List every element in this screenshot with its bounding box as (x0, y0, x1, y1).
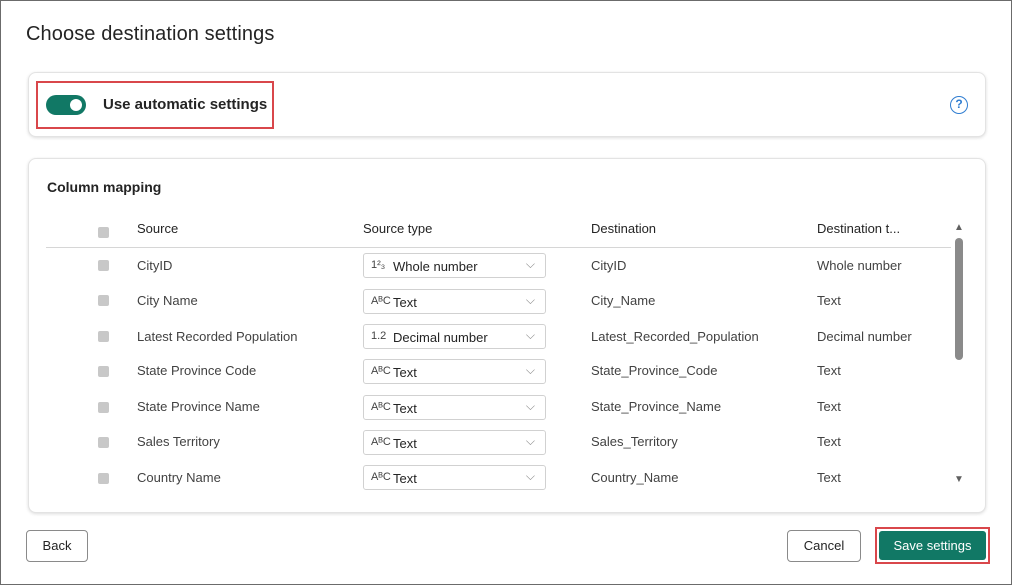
dialog: Choose destination settings Use automati… (0, 0, 1012, 585)
row-source: CityID (137, 258, 173, 273)
row-source: State Province Name (137, 399, 260, 414)
help-circle-icon[interactable]: ? (950, 96, 968, 114)
header-destination[interactable]: Destination (591, 221, 656, 236)
scroll-down-arrow-icon[interactable]: ▼ (954, 474, 964, 485)
source-type-value: Text (393, 365, 417, 380)
scrollbar-thumb[interactable] (955, 238, 963, 360)
row-destination-type: Text (817, 399, 841, 414)
row-destination: CityID (591, 258, 627, 273)
header-source-type[interactable]: Source type (363, 221, 432, 236)
column-mapping-title: Column mapping (47, 179, 162, 195)
chevron-down-icon: ⌵ (525, 328, 535, 342)
source-type-value: Text (393, 471, 417, 486)
row-checkbox[interactable] (98, 366, 109, 377)
row-source: Country Name (137, 470, 221, 485)
select-all-checkbox[interactable] (98, 227, 109, 238)
source-type-dropdown[interactable]: AᴮC Text ⌵ (363, 465, 546, 490)
toggle-knob (70, 99, 82, 111)
back-button[interactable]: Back (26, 530, 88, 562)
row-source: State Province Code (137, 363, 257, 378)
source-type-value: Decimal number (393, 330, 488, 345)
row-destination-type: Decimal number (817, 329, 912, 344)
chevron-down-icon: ⌵ (525, 293, 535, 307)
row-source: Latest Recorded Population (137, 329, 298, 344)
row-source: City Name (137, 293, 198, 308)
row-destination-type: Text (817, 363, 841, 378)
row-checkbox[interactable] (98, 331, 109, 342)
source-type-value: Whole number (393, 259, 478, 274)
row-destination-type: Text (817, 293, 841, 308)
source-type-dropdown[interactable]: 1²₃ Whole number ⌵ (363, 253, 546, 278)
row-destination-type: Text (817, 434, 841, 449)
auto-settings-label: Use automatic settings (103, 96, 268, 113)
text-type-icon: AᴮC (371, 295, 391, 307)
chevron-down-icon: ⌵ (525, 399, 535, 413)
chevron-down-icon: ⌵ (525, 257, 535, 271)
whole-number-icon: 1²₃ (371, 259, 386, 271)
text-type-icon: AᴮC (371, 471, 391, 483)
scroll-up-arrow-icon[interactable]: ▲ (954, 222, 964, 233)
row-destination: Latest_Recorded_Population (591, 329, 759, 344)
row-destination: State_Province_Code (591, 363, 718, 378)
row-checkbox[interactable] (98, 437, 109, 448)
text-type-icon: AᴮC (371, 436, 391, 448)
header-destination-type[interactable]: Destination t... (817, 221, 900, 236)
chevron-down-icon: ⌵ (525, 363, 535, 377)
row-checkbox[interactable] (98, 260, 109, 271)
row-destination: Sales_Territory (591, 434, 678, 449)
source-type-dropdown[interactable]: 1.2 Decimal number ⌵ (363, 324, 546, 349)
cancel-button[interactable]: Cancel (787, 530, 861, 562)
header-divider (46, 247, 951, 248)
source-type-dropdown[interactable]: AᴮC Text ⌵ (363, 359, 546, 384)
auto-settings-toggle[interactable] (46, 95, 86, 115)
chevron-down-icon: ⌵ (525, 434, 535, 448)
row-destination-type: Whole number (817, 258, 902, 273)
decimal-number-icon: 1.2 (371, 330, 387, 342)
row-checkbox[interactable] (98, 473, 109, 484)
source-type-value: Text (393, 436, 417, 451)
source-type-dropdown[interactable]: AᴮC Text ⌵ (363, 395, 546, 420)
source-type-value: Text (393, 401, 417, 416)
dialog-title: Choose destination settings (26, 23, 275, 45)
row-checkbox[interactable] (98, 402, 109, 413)
source-type-value: Text (393, 295, 417, 310)
row-destination: Country_Name (591, 470, 679, 485)
text-type-icon: AᴮC (371, 401, 391, 413)
row-source: Sales Territory (137, 434, 220, 449)
row-destination-type: Text (817, 470, 841, 485)
row-destination: City_Name (591, 293, 656, 308)
row-destination: State_Province_Name (591, 399, 722, 414)
chevron-down-icon: ⌵ (525, 469, 535, 483)
text-type-icon: AᴮC (371, 365, 391, 377)
source-type-dropdown[interactable]: AᴮC Text ⌵ (363, 430, 546, 455)
header-source[interactable]: Source (137, 221, 178, 236)
source-type-dropdown[interactable]: AᴮC Text ⌵ (363, 289, 546, 314)
row-checkbox[interactable] (98, 295, 109, 306)
save-settings-button[interactable]: Save settings (879, 531, 986, 560)
